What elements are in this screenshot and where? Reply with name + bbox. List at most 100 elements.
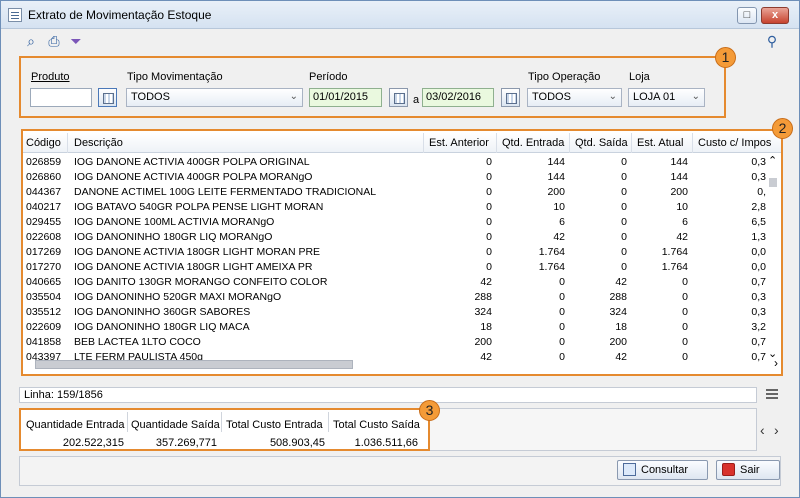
table-cell: 0 (621, 261, 627, 273)
table-row[interactable]: 017269 IOG DANONE ACTIVIA 180GR LIGHT MOR… (23, 245, 767, 260)
search-icon[interactable]: ⌕ (23, 33, 39, 49)
filter-icon[interactable]: ⏷ (68, 33, 84, 49)
column-divider[interactable] (631, 133, 632, 153)
print-icon[interactable]: ⎙ (46, 33, 62, 49)
table-cell: IOG BATAVO 540GR POLPA PENSE LIGHT MORAN (74, 201, 324, 213)
loja-select[interactable]: LOJA 01 ⌄ (628, 88, 705, 107)
table-cell: 0 (621, 246, 627, 258)
header-descricao[interactable]: Descrição (74, 137, 123, 149)
total-header-custo-entrada: Total Custo Entrada (226, 419, 323, 431)
table-cell: 0 (682, 306, 688, 318)
table-cell: 0,3 (751, 291, 766, 303)
scroll-right-icon[interactable]: › (774, 356, 778, 370)
table-row[interactable]: 029455 IOG DANONE 100ML ACTIVIA MORANgO 0 6… (23, 215, 767, 230)
table-cell: 1.764 (661, 246, 688, 258)
total-quantidade-saida: 357.269,771 (155, 437, 217, 449)
column-divider[interactable] (67, 133, 68, 153)
date-end-input[interactable]: 03/02/2016 (422, 88, 494, 107)
table-cell: 0 (559, 276, 565, 288)
table-row[interactable]: 026859 IOG DANONE ACTIVIA 400GR POLPA ORI… (23, 155, 767, 170)
column-divider[interactable] (423, 133, 424, 153)
chevron-down-icon: ⌄ (608, 91, 617, 102)
table-cell: 040217 (26, 201, 62, 213)
calendar-icon[interactable] (389, 88, 408, 107)
table-cell: 6 (559, 216, 565, 228)
table-row[interactable]: 035504 IOG DANONINHO 520GR MAXI MORANgO 28… (23, 290, 767, 305)
table-row[interactable]: 040665 IOG DANITO 130GR MORANGO CONFEITO … (23, 275, 767, 290)
table-row[interactable]: 022608 IOG DANONINHO 180GR LIQ MORANgO 0 42… (23, 230, 767, 245)
table-cell: IOG DANONE ACTIVIA 400GR POLPA MORANgO (74, 171, 313, 183)
window-title: Extrato de Movimentação Estoque (28, 8, 212, 22)
table-cell: 0 (486, 171, 492, 183)
table-cell: 200 (609, 336, 627, 348)
header-qtd-saida[interactable]: Qtd. Saída (575, 137, 628, 149)
scroll-thumb[interactable] (769, 178, 777, 187)
table-cell: 022608 (26, 231, 62, 243)
close-button[interactable]: x (761, 7, 789, 24)
produto-input[interactable] (30, 88, 92, 107)
maximize-button[interactable]: □ (737, 7, 757, 24)
header-qtd-entrada[interactable]: Qtd. Entrada (502, 137, 564, 149)
sair-label: Sair (740, 464, 760, 476)
chevron-down-icon: ⌄ (289, 91, 298, 102)
table-cell: 18 (615, 321, 627, 333)
date-start-input[interactable]: 01/01/2015 (309, 88, 382, 107)
horizontal-scrollbar[interactable]: › (25, 356, 781, 372)
table-cell: IOG DANONE ACTIVIA 180GR LIGHT MORAN PRE (74, 246, 321, 258)
help-icon[interactable]: ⚲ (764, 33, 780, 49)
table-cell: 0 (486, 261, 492, 273)
totals-panel: Quantidade Entrada Quantidade Saída Tota… (19, 408, 430, 451)
produto-search-button[interactable] (98, 88, 117, 107)
table-cell: 200 (670, 186, 688, 198)
column-divider[interactable] (569, 133, 570, 153)
table-cell: 42 (676, 231, 688, 243)
table-cell: 200 (547, 186, 565, 198)
table-cell: IOG DANITO 130GR MORANGO CONFEITO COLOR (74, 276, 328, 288)
column-divider[interactable] (692, 133, 693, 153)
table-cell: 324 (474, 306, 492, 318)
table-cell: 0 (682, 276, 688, 288)
column-divider[interactable] (496, 133, 497, 153)
consultar-button[interactable]: Consultar (617, 460, 708, 480)
table-cell: 0 (621, 216, 627, 228)
tipo-operacao-select[interactable]: TODOS ⌄ (527, 88, 622, 107)
table-cell: IOG DANONE ACTIVIA 400GR POLPA ORIGINAL (74, 156, 310, 168)
table-cell: 42 (480, 276, 492, 288)
consultar-label: Consultar (641, 464, 689, 476)
table-row[interactable]: 026860 IOG DANONE ACTIVIA 400GR POLPA MOR… (23, 170, 767, 185)
column-divider (127, 412, 128, 432)
table-cell: 18 (480, 321, 492, 333)
chevron-down-icon: ⌄ (691, 91, 700, 102)
table-row[interactable]: 040217 IOG BATAVO 540GR POLPA PENSE LIGHT… (23, 200, 767, 215)
table-cell: 0, (757, 186, 766, 198)
calendar-icon[interactable] (501, 88, 520, 107)
loja-label: Loja (629, 71, 650, 83)
header-est-atual[interactable]: Est. Atual (637, 137, 683, 149)
table-row[interactable]: 044367 DANONE ACTIMEL 100G LEITE FERMENTA… (23, 185, 767, 200)
menu-lines-icon[interactable] (766, 388, 778, 400)
scroll-up-icon[interactable]: ⌃ (768, 154, 777, 167)
table-cell: 1,3 (751, 231, 766, 243)
header-codigo[interactable]: Código (26, 137, 61, 149)
sair-button[interactable]: Sair (716, 460, 780, 480)
vertical-scrollbar[interactable]: ⌃ ⌄ (767, 154, 779, 364)
table-row[interactable]: 035512 IOG DANONINHO 360GR SABORES 324 0 324… (23, 305, 767, 320)
app-icon (8, 8, 22, 22)
tipo-movimentacao-label: Tipo Movimentação (127, 71, 223, 83)
table-cell: 288 (609, 291, 627, 303)
table-cell: BEB LACTEA 1LTO COCO (74, 336, 201, 348)
next-icon[interactable]: › (774, 422, 779, 438)
tipo-movimentacao-select[interactable]: TODOS ⌄ (126, 88, 303, 107)
table-cell: 0 (621, 171, 627, 183)
header-custo[interactable]: Custo c/ Impos (698, 137, 771, 149)
table-cell: IOG DANONINHO 520GR MAXI MORANgO (74, 291, 282, 303)
table-row[interactable]: 041858 BEB LACTEA 1LTO COCO 200 0 200 0 0,7 (23, 335, 767, 350)
header-est-anterior[interactable]: Est. Anterior (429, 137, 489, 149)
table-row[interactable]: 022609 IOG DANONINHO 180GR LIQ MACA 18 0 18 0… (23, 320, 767, 335)
previous-icon[interactable]: ‹ (760, 422, 765, 438)
table-cell: 0 (486, 246, 492, 258)
table-row[interactable]: 017270 IOG DANONE ACTIVIA 180GR LIGHT AME… (23, 260, 767, 275)
table-cell: 0 (621, 231, 627, 243)
scroll-thumb[interactable] (35, 360, 353, 369)
table-cell: 10 (676, 201, 688, 213)
